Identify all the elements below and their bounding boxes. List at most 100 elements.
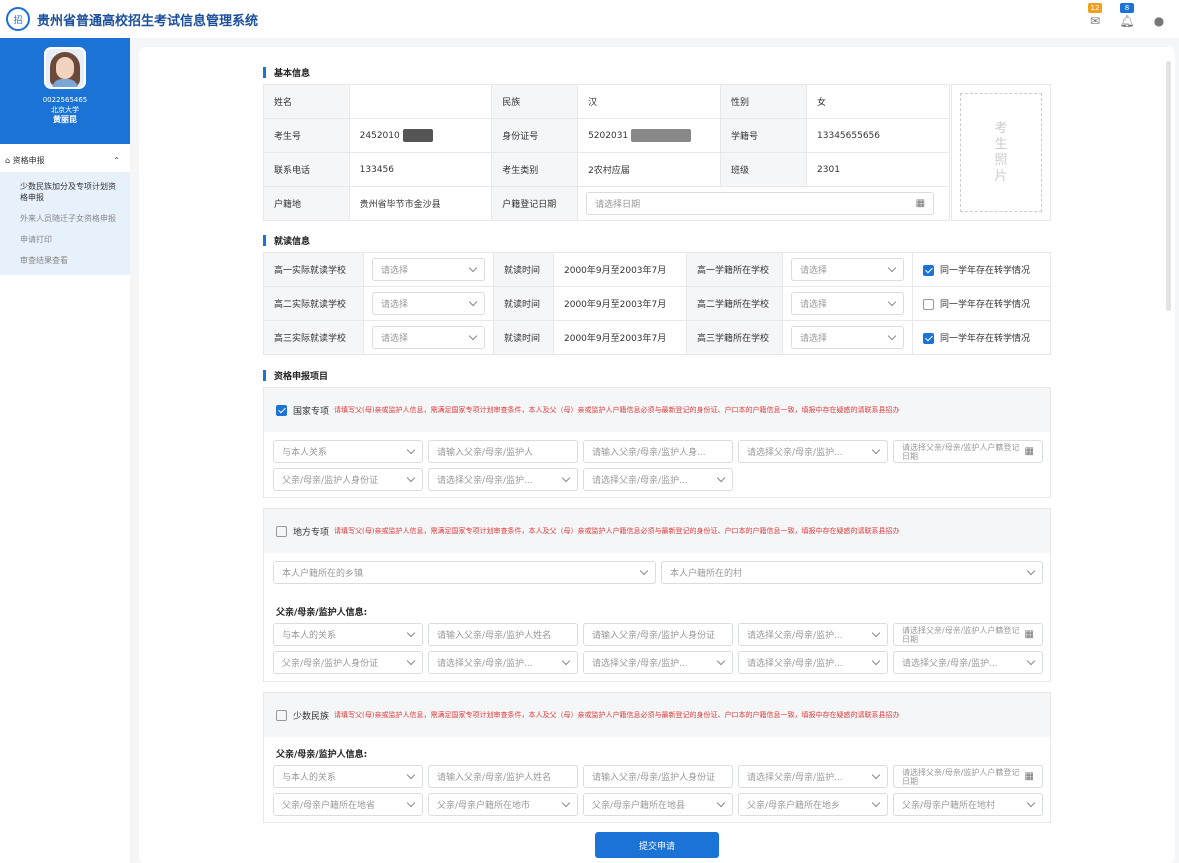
photo-char: 考 [994,120,1008,136]
menu-group-qualification[interactable]: ⌂ 资格申报 ⌃ [0,148,130,172]
chevron-down-icon [1026,656,1036,666]
parent-name-input[interactable]: 请输入父亲/母亲/监护人姓名 [428,765,578,788]
roll-select[interactable]: 请选择 [791,326,904,349]
scrollbar[interactable] [1166,61,1171,311]
relation-select[interactable]: 与本人的关系 [273,765,423,788]
local-special-checkbox[interactable] [276,525,287,537]
sidebar-item-review-result[interactable]: 审查结果查看 [0,250,130,271]
avatar [44,47,86,89]
chevron-down-icon [406,656,416,666]
national-row-1: 与本人关系 请输入父亲/母亲/监护人 请输入父亲/母亲/监护人身... 请选择父… [273,440,1043,463]
school-cell: 请选择 [363,286,494,321]
profile-name: 黄丽昆 [53,115,77,124]
hukou-value: 贵州省毕节市金沙县 [348,186,493,221]
calendar-icon: ▦ [1024,771,1034,782]
parent-select[interactable]: 请选择父亲/母亲/监护... [893,651,1043,674]
school-label: 高三实际就读学校 [263,320,364,355]
section-title-basic: 基本信息 [263,66,310,79]
redaction [402,129,433,142]
chevron-down-icon [716,656,726,666]
select-placeholder: 请选择 [800,266,828,276]
idcard-value: 5202031 [588,131,629,141]
village-select[interactable]: 本人户籍所在的村 [661,561,1043,584]
school-select[interactable]: 请选择 [372,258,485,281]
chevron-down-icon [406,473,416,483]
minority-panel: 少数民族 请填写父(母)亲或监护人信息，需满足国家专项计划审查条件，本人及父（母… [263,692,1051,823]
sidebar-item-print[interactable]: 申请打印 [0,229,130,250]
parent-select[interactable]: 请选择父亲/母亲/监护... [738,440,888,463]
province-select[interactable]: 父亲/母亲户籍所在地省 [273,793,423,816]
national-special-checkbox[interactable] [276,404,287,416]
student-no-value: 13345655656 [806,118,950,153]
parent-select[interactable]: 请选择父亲/母亲/监护... [738,623,888,646]
select-placeholder: 请选择 [381,334,409,344]
parent-id-select[interactable]: 父亲/母亲/监护人身份证 [273,651,423,674]
submit-button[interactable]: 提交申请 [595,832,719,858]
calendar-icon: ▦ [915,198,926,209]
parent-info-header: 父亲/母亲/监护人信息: [276,750,368,760]
photo-placeholder[interactable]: 考 生 照 片 [960,93,1042,212]
parent-name-input[interactable]: 请输入父亲/母亲/监护人 [428,440,578,463]
parent-select[interactable]: 请选择父亲/母亲/监护... [738,651,888,674]
parent-id-input[interactable]: 请输入父亲/母亲/监护人身份证 [583,623,733,646]
ethnic-label: 民族 [491,84,579,119]
parent-name-input[interactable]: 请输入父亲/母亲/监护人姓名 [428,623,578,646]
parent-id-select[interactable]: 父亲/母亲/监护人身份证 [273,468,423,491]
roll-select[interactable]: 请选择 [791,292,904,315]
notification-button[interactable]: 8 🔔︎ [1117,3,1137,28]
parent-hukou-date-picker[interactable]: 请选择父亲/母亲/监护人户籍登记日期 ▦ [893,440,1043,463]
photo-char: 生 [994,136,1008,152]
time-label: 就读时间 [493,252,554,287]
chevron-down-icon [406,628,416,638]
town-select[interactable]: 本人户籍所在的乡镇 [273,561,656,584]
county-select[interactable]: 父亲/母亲户籍所在地县 [583,793,733,816]
chevron-down-icon [1026,798,1036,808]
school-select[interactable]: 请选择 [372,326,485,349]
parent-hukou-date-picker[interactable]: 请选择父亲/母亲/监护人户籍登记日期 ▦ [893,765,1043,788]
relation-select[interactable]: 与本人的关系 [273,623,423,646]
transfer-checkbox[interactable] [923,333,934,344]
placeholder: 请选择父亲/母亲/监护人户籍登记日期 [902,625,1020,644]
chevron-down-icon [406,770,416,780]
parent-select[interactable]: 请选择父亲/母亲/监护... [583,651,733,674]
parent-id-input[interactable]: 请输入父亲/母亲/监护人身... [583,440,733,463]
school-select[interactable]: 请选择 [372,292,485,315]
village-select[interactable]: 父亲/母亲户籍所在地村 [893,793,1043,816]
parent-select[interactable]: 请选择父亲/母亲/监护... [428,651,578,674]
parent-select[interactable]: 请选择父亲/母亲/监护... [583,468,733,491]
parent-id-input[interactable]: 请输入父亲/母亲/监护人身份证 [583,765,733,788]
placeholder: 请输入父亲/母亲/监护人身份证 [592,631,716,641]
transfer-checkbox[interactable] [923,265,934,276]
roll-label: 高二学籍所在学校 [686,286,783,321]
chevron-down-icon [406,445,416,455]
gender-value: 女 [806,84,950,119]
menu-group-label: 资格申报 [12,155,45,165]
calendar-icon: ▦ [1024,629,1034,640]
parent-select[interactable]: 请选择父亲/母亲/监护... [428,468,578,491]
parent-hukou-date-picker[interactable]: 请选择父亲/母亲/监护人户籍登记日期 ▦ [893,623,1043,646]
mail-button[interactable]: 12 ✉ [1085,3,1105,28]
parent-select[interactable]: 请选择父亲/母亲/监护... [738,765,888,788]
transfer-cell: 同一学年存在转学情况 [912,320,1051,355]
national-special-note: 请填写父(母)亲或监护人信息，需满足国家专项计划审查条件，本人及父（母）亲或监护… [334,406,900,414]
relation-select[interactable]: 与本人关系 [273,440,423,463]
profile-exam-id: 0022565465 [42,96,88,104]
township-select[interactable]: 父亲/母亲户籍所在地乡 [738,793,888,816]
minority-checkbox[interactable] [276,709,287,721]
category-label: 考生类别 [491,152,579,187]
user-menu-button[interactable]: ● [1149,6,1169,28]
sidebar-item-migrant-apply[interactable]: 外来人员随迁子女资格申报 [0,208,130,229]
profile-school: 北京大学 [51,106,79,114]
mail-icon: ✉ [1089,14,1101,28]
roll-select[interactable]: 请选择 [791,258,904,281]
sidebar-item-minority-apply[interactable]: 少数民族加分及专项计划资格申报 [0,176,130,208]
chevron-down-icon [561,473,571,483]
minority-note: 请填写父(母)亲或监护人信息，需满足国家专项计划审查条件，本人及父（母）亲或监护… [334,711,900,719]
minority-row-1: 与本人的关系 请输入父亲/母亲/监护人姓名 请输入父亲/母亲/监护人身份证 请选… [273,765,1043,788]
chevron-down-icon [871,656,881,666]
calendar-icon: ▦ [1024,446,1034,457]
transfer-checkbox[interactable] [923,299,934,310]
hukou-date-picker[interactable]: 请选择日期 ▦ [586,192,935,215]
city-select[interactable]: 父亲/母亲户籍所在地市 [428,793,578,816]
chevron-down-icon [887,297,897,307]
